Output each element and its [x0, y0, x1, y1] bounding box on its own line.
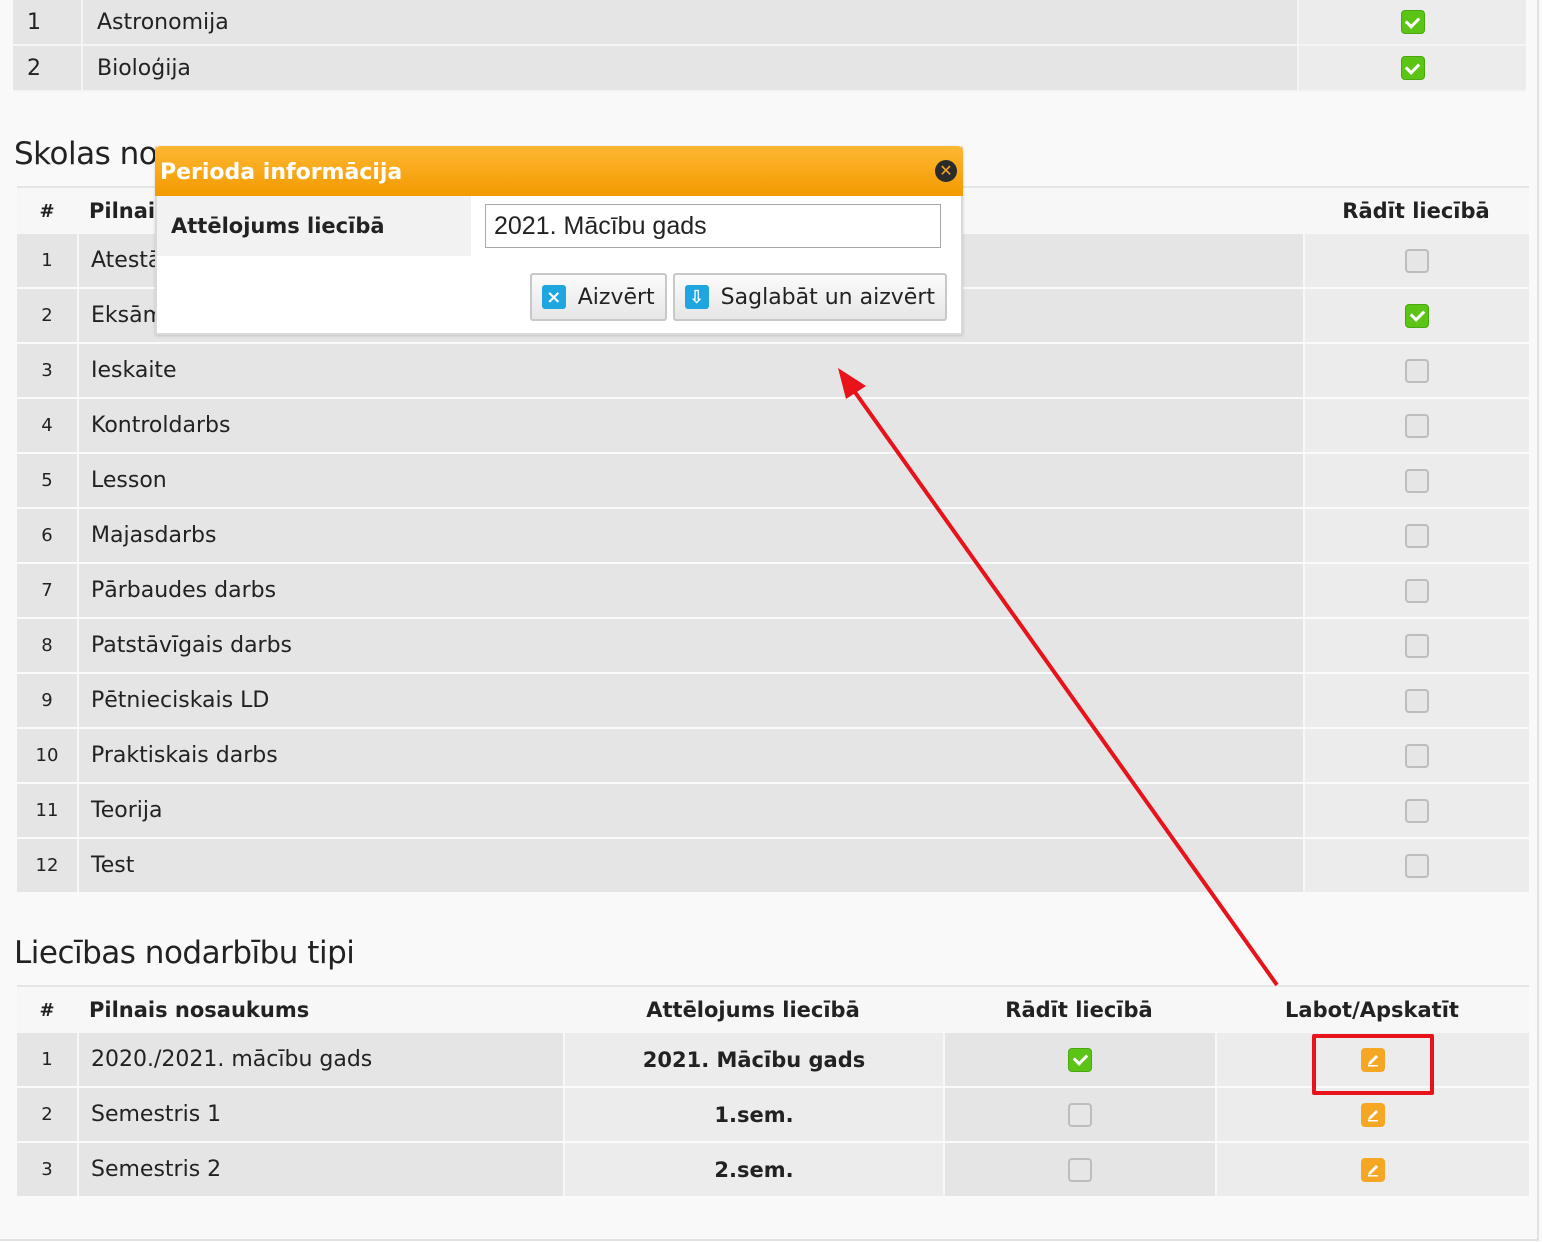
col-header-show: Rādīt liecībā	[1005, 998, 1153, 1022]
show-in-report-checkbox[interactable]	[1405, 633, 1429, 658]
report-display-name: 2.sem.	[563, 1143, 943, 1196]
report-display-name: 2021. Mācību gads	[563, 1033, 943, 1086]
row-number: 5	[17, 454, 77, 507]
type-name: Lesson	[77, 454, 1303, 507]
show-in-report-checkbox[interactable]	[1405, 523, 1429, 548]
show-in-report-checkbox[interactable]	[1068, 1157, 1092, 1182]
show-in-report-checkbox[interactable]	[1405, 743, 1429, 768]
report-display-name: 1.sem.	[563, 1088, 943, 1141]
table-row: 11 Teorija	[17, 784, 1529, 839]
show-in-report-checkbox[interactable]	[1405, 358, 1429, 383]
row-number: 10	[17, 729, 77, 782]
type-name: Majasdarbs	[77, 509, 1303, 562]
display-name-input[interactable]	[485, 204, 941, 248]
row-number: 8	[17, 619, 77, 672]
save-arrow-icon: ⇩	[684, 285, 709, 309]
show-in-report-checkbox[interactable]	[1405, 413, 1429, 438]
table-row: 3 Ieskaite	[17, 344, 1529, 399]
row-number: 7	[17, 564, 77, 617]
table-row: 6 Majasdarbs	[17, 509, 1529, 564]
type-name: Pētnieciskais LD	[77, 674, 1303, 727]
row-number: 9	[17, 674, 77, 727]
row-number: 2	[17, 289, 77, 342]
close-icon[interactable]: ✕	[935, 160, 957, 182]
type-name: Semestris 2	[77, 1143, 563, 1196]
row-number: 6	[17, 509, 77, 562]
close-button[interactable]: × Aizvērt	[529, 273, 667, 321]
type-name: Test	[77, 839, 1303, 892]
close-button-label: Aizvērt	[577, 284, 655, 310]
col-header-display: Attēlojums liecībā	[646, 998, 860, 1022]
col-header-show: Rādīt liecībā	[1342, 199, 1490, 223]
save-and-close-button[interactable]: ⇩ Saglabāt un aizvērt	[672, 273, 947, 321]
field-label: Attēlojums liecībā	[157, 196, 471, 256]
close-x-icon: ×	[541, 285, 566, 309]
edit-pencil-icon[interactable]	[1361, 1157, 1385, 1182]
dialog-title: Perioda informācija	[160, 160, 403, 185]
table-row: 2 Semestris 1 1.sem.	[17, 1088, 1529, 1143]
table-row: 4 Kontroldarbs	[17, 399, 1529, 454]
type-name: Pārbaudes darbs	[77, 564, 1303, 617]
row-number: 12	[17, 839, 77, 892]
type-name: Teorija	[77, 784, 1303, 837]
row-number: 2	[17, 1088, 77, 1141]
show-in-report-checkbox[interactable]	[1400, 10, 1425, 34]
subject-name: Astronomija	[81, 0, 1297, 44]
row-number: 1	[17, 234, 77, 287]
col-header-number: #	[39, 200, 55, 222]
row-number: 1	[13, 0, 81, 44]
col-header-name: Pilnais nosaukums	[89, 998, 310, 1022]
type-name: Kontroldarbs	[77, 399, 1303, 452]
show-in-report-checkbox[interactable]	[1405, 248, 1429, 273]
show-in-report-checkbox[interactable]	[1068, 1047, 1092, 1072]
table-row: 8 Patstāvīgais darbs	[17, 619, 1529, 674]
dialog-title-bar: Perioda informācija ✕	[155, 146, 963, 196]
show-in-report-checkbox[interactable]	[1405, 798, 1429, 823]
table-row: 3 Semestris 2 2.sem.	[17, 1143, 1529, 1198]
type-name: 2020./2021. mācību gads	[77, 1033, 563, 1086]
show-in-report-checkbox[interactable]	[1405, 853, 1429, 878]
report-types-table: # Pilnais nosaukums Attēlojums liecībā R…	[17, 985, 1529, 1198]
section-title-school-types: Skolas no	[14, 136, 158, 172]
show-in-report-checkbox[interactable]	[1405, 468, 1429, 493]
table-row: 1 Astronomija	[13, 0, 1526, 46]
subjects-table: 1 Astronomija 2 Bioloģija	[13, 0, 1526, 92]
show-in-report-checkbox[interactable]	[1400, 56, 1425, 80]
show-in-report-checkbox[interactable]	[1405, 303, 1429, 328]
save-button-label: Saglabāt un aizvērt	[720, 284, 935, 310]
row-number: 4	[17, 399, 77, 452]
table-row: 5 Lesson	[17, 454, 1529, 509]
period-info-dialog: Perioda informācija ✕ Attēlojums liecībā…	[155, 146, 963, 335]
row-number: 3	[17, 344, 77, 397]
annotation-highlight-box	[1312, 1034, 1434, 1095]
col-header-edit: Labot/Apskatīt	[1285, 998, 1459, 1022]
table-row: 10 Praktiskais darbs	[17, 729, 1529, 784]
table-row: 9 Pētnieciskais LD	[17, 674, 1529, 729]
subject-name: Bioloģija	[81, 46, 1297, 90]
show-in-report-checkbox[interactable]	[1068, 1102, 1092, 1127]
type-name: Ieskaite	[77, 344, 1303, 397]
section-title-report-types: Liecības nodarbību tipi	[14, 935, 355, 971]
table-row: 12 Test	[17, 839, 1529, 894]
table-row: 7 Pārbaudes darbs	[17, 564, 1529, 619]
show-in-report-checkbox[interactable]	[1405, 688, 1429, 713]
edit-pencil-icon[interactable]	[1361, 1102, 1385, 1127]
type-name: Patstāvīgais darbs	[77, 619, 1303, 672]
row-number: 11	[17, 784, 77, 837]
show-in-report-checkbox[interactable]	[1405, 578, 1429, 603]
row-number: 2	[13, 46, 81, 90]
row-number: 1	[17, 1033, 77, 1086]
table-row: 2 Bioloģija	[13, 46, 1526, 92]
row-number: 3	[17, 1143, 77, 1196]
table-row: 1 2020./2021. mācību gads 2021. Mācību gad…	[17, 1033, 1529, 1088]
type-name: Praktiskais darbs	[77, 729, 1303, 782]
col-header-number: #	[39, 999, 55, 1021]
type-name: Semestris 1	[77, 1088, 563, 1141]
